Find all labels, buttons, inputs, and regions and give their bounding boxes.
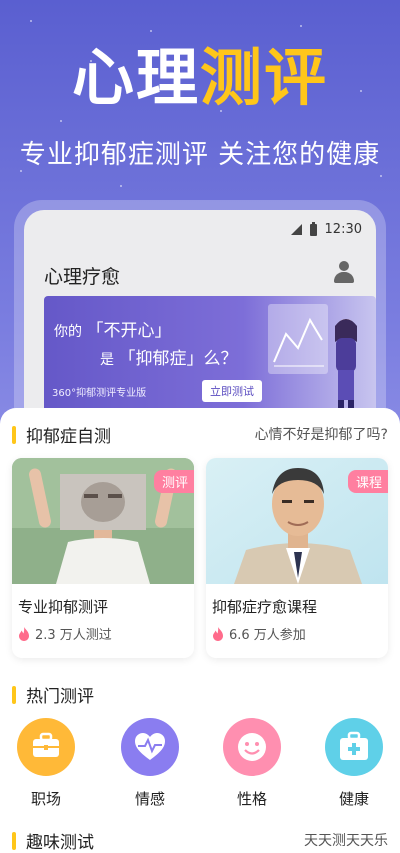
self-test-header: 抑郁症自测	[12, 422, 111, 447]
medical-kit-icon	[325, 718, 383, 776]
card-healing-course[interactable]: 课程 抑郁症疗愈课程 6.6 万人参加	[206, 458, 388, 658]
status-time: 12:30	[324, 222, 362, 237]
user-icon[interactable]	[332, 260, 356, 284]
card-tag-assessment: 测评	[153, 470, 194, 493]
promo-line1: 你的 「不开心」	[54, 316, 171, 341]
card-image-course: 课程	[206, 458, 388, 584]
fun-tests-header: 趣味测试	[12, 828, 94, 853]
category-health[interactable]: 健康	[314, 718, 394, 809]
heart-pulse-icon	[121, 718, 179, 776]
card-image-assessment: 测评	[12, 458, 194, 584]
hero-banner: 心理测评 专业抑郁症测评 关注您的健康 12:30 心理疗愈 你的 「不开心」 …	[0, 0, 400, 470]
card-meta-assessment: 2.3 万人测过	[18, 624, 112, 643]
status-bar: 12:30	[290, 221, 362, 237]
self-test-subtitle[interactable]: 心情不好是抑郁了吗?	[255, 424, 388, 444]
card-count-course: 6.6 万人参加	[229, 628, 306, 643]
battery-icon	[309, 221, 317, 236]
fire-icon	[19, 626, 29, 641]
promo-line2: 是 「抑郁症」么？	[100, 344, 237, 369]
promo-line2-prefix: 是	[100, 352, 114, 368]
self-test-title: 抑郁症自测	[26, 427, 111, 447]
category-label-emotion: 情感	[134, 790, 165, 808]
card-title-assessment: 专业抑郁测评	[18, 598, 109, 616]
woman-illustration	[268, 302, 372, 414]
card-count-assessment: 2.3 万人测过	[35, 628, 112, 643]
promo-small-text: 360°抑郁测评专业版	[52, 388, 147, 399]
hero-title: 心理测评	[0, 38, 400, 118]
fun-tests-title: 趣味测试	[26, 833, 94, 853]
section-marker	[12, 685, 16, 704]
card-tag-course: 课程	[347, 470, 388, 493]
briefcase-icon	[17, 718, 75, 776]
woman-figure	[335, 319, 357, 412]
fun-tests-subtitle[interactable]: 天天测天天乐	[304, 830, 388, 850]
main-content: 抑郁症自测 心情不好是抑郁了吗? 测评 专业抑郁测评 2.3 万人测过 课程 抑…	[0, 408, 400, 853]
chart-board-illustration	[268, 304, 328, 374]
app-title: 心理疗愈	[44, 266, 121, 288]
section-marker	[12, 425, 16, 444]
card-depression-assessment[interactable]: 测评 专业抑郁测评 2.3 万人测过	[12, 458, 194, 658]
hero-subtitle: 专业抑郁症测评 关注您的健康	[19, 140, 381, 170]
category-label-personality: 性格	[236, 790, 267, 808]
card-meta-course: 6.6 万人参加	[212, 624, 306, 643]
smile-icon	[223, 718, 281, 776]
category-emotion[interactable]: 情感	[110, 718, 190, 809]
category-label-health: 健康	[338, 790, 369, 808]
promo-line1-prefix: 你的	[54, 324, 82, 340]
fire-icon	[213, 626, 223, 641]
promo-banner[interactable]: 你的 「不开心」 是 「抑郁症」么？ 360°抑郁测评专业版 立即测试	[44, 296, 376, 416]
hero-title-white: 心理	[71, 41, 200, 114]
category-label-workplace: 职场	[30, 790, 61, 808]
hot-tests-title: 热门测评	[26, 687, 94, 707]
promo-line1-highlight: 「不开心」	[86, 321, 172, 341]
section-marker	[12, 831, 16, 850]
start-test-button[interactable]: 立即测试	[202, 380, 262, 402]
card-title-course: 抑郁症疗愈课程	[212, 598, 318, 616]
promo-line2-highlight: 「抑郁症」么？	[118, 349, 238, 369]
category-personality[interactable]: 性格	[212, 718, 292, 809]
signal-icon	[290, 224, 302, 235]
hero-title-yellow: 测评	[200, 41, 329, 114]
hot-tests-header: 热门测评	[12, 682, 94, 707]
category-workplace[interactable]: 职场	[6, 718, 86, 809]
